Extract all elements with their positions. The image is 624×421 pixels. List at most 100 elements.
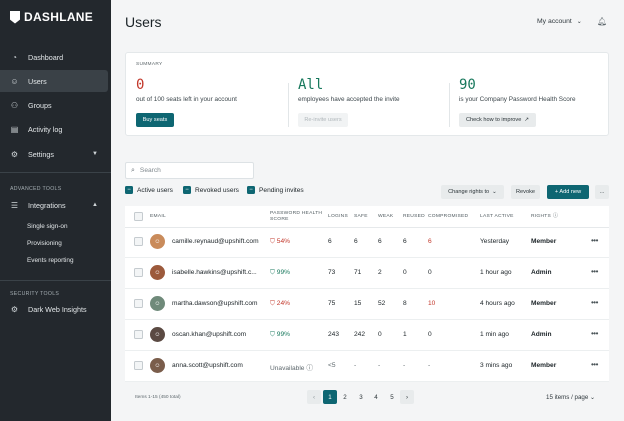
- sliders-icon: ☰: [10, 200, 19, 210]
- row-more-icon[interactable]: •••: [591, 329, 598, 338]
- avatar: ☺: [150, 327, 165, 342]
- app: DASHLANE ◔ Dashboard ☺ Users ⚇ Groups ▤ …: [0, 0, 624, 421]
- column-header-last-active[interactable]: LAST ACTIVE: [480, 214, 514, 220]
- row-weak: -: [378, 362, 381, 369]
- column-header-weak[interactable]: WEAK: [378, 214, 393, 220]
- sidebar-subitem-provisioning[interactable]: Provisioning: [27, 240, 62, 247]
- sidebar-item-groups[interactable]: ⚇ Groups: [0, 94, 108, 116]
- page-button-3[interactable]: 3: [354, 390, 368, 404]
- select-all-checkbox[interactable]: [134, 212, 143, 221]
- page-button-1[interactable]: 1: [323, 390, 337, 404]
- row-checkbox[interactable]: [134, 237, 143, 246]
- row-checkbox[interactable]: [134, 268, 143, 277]
- prev-page-button[interactable]: ‹: [307, 390, 321, 404]
- sidebar-item-settings[interactable]: ⚙ Settings ▼: [0, 143, 108, 165]
- add-new-button[interactable]: + Add new: [547, 185, 589, 199]
- sidebar-item-dashboard[interactable]: ◔ Dashboard: [0, 46, 108, 68]
- info-icon: ⓘ: [552, 214, 559, 219]
- row-rights: Admin: [531, 269, 552, 276]
- filter-active-users[interactable]: − Active users: [125, 186, 173, 194]
- column-header-email[interactable]: EMAIL: [150, 214, 166, 220]
- change-rights-dropdown[interactable]: Change rights to ⌄: [441, 185, 504, 199]
- sidebar-subitem-events[interactable]: Events reporting: [27, 257, 74, 264]
- column-header-rights[interactable]: RIGHTS ⓘ: [531, 214, 558, 220]
- table-row[interactable]: ☺ oscan.khan@upshift.com ⛉ 99% 243 242 0…: [125, 320, 609, 351]
- avatar: ☺: [150, 358, 165, 373]
- external-link-icon: ↗: [524, 117, 530, 123]
- shield-alert-icon: ⛉: [270, 238, 275, 245]
- page-button-4[interactable]: 4: [369, 390, 383, 404]
- check-improve-button[interactable]: Check how to improve ↗: [459, 113, 536, 127]
- filter-revoked-users[interactable]: − Revoked users: [183, 186, 239, 194]
- page-button-5[interactable]: 5: [385, 390, 399, 404]
- more-actions-button[interactable]: ...: [595, 185, 609, 199]
- column-header-compromised[interactable]: COMPROMISED: [428, 214, 468, 220]
- sidebar-item-label: Users: [28, 76, 47, 86]
- seats-value: 0: [136, 77, 145, 93]
- row-more-icon[interactable]: •••: [591, 267, 598, 276]
- search-icon: ⌕: [131, 166, 135, 174]
- row-safe: 15: [354, 300, 362, 307]
- checkbox-checked-icon: −: [183, 186, 191, 194]
- log-icon: ▤: [10, 124, 19, 134]
- table-row[interactable]: ☺ isabelle.hawkins@upshift.c... ⛉ 99% 73…: [125, 258, 609, 289]
- sidebar-item-users[interactable]: ☺ Users: [0, 70, 108, 92]
- next-page-button[interactable]: ›: [400, 390, 414, 404]
- column-header-logins[interactable]: LOGINS: [328, 214, 348, 220]
- summary-divider: [449, 83, 450, 127]
- avatar: ☺: [150, 296, 165, 311]
- summary-card: SUMMARY 0 out of 100 seats left in your …: [125, 52, 609, 136]
- filter-label: Active users: [137, 186, 173, 194]
- search-input[interactable]: ⌕ Search: [125, 162, 254, 179]
- row-last-active: 3 mins ago: [480, 362, 513, 369]
- table-row[interactable]: ☺ camille.reynaud@upshift.com ⛉ 54% 6 6 …: [125, 227, 609, 258]
- row-more-icon[interactable]: •••: [591, 360, 598, 369]
- row-safe: 6: [354, 238, 358, 245]
- row-logins: 243: [328, 331, 340, 338]
- avatar: ☺: [150, 234, 165, 249]
- row-logins: 73: [328, 269, 336, 276]
- sidebar-item-activity-log[interactable]: ▤ Activity log: [0, 118, 108, 140]
- chevron-down-icon: ⌄: [492, 189, 497, 195]
- row-reused: 1: [403, 331, 407, 338]
- row-checkbox[interactable]: [134, 330, 143, 339]
- column-header-safe[interactable]: SAFE: [354, 214, 368, 220]
- sidebar-item-integrations[interactable]: ☰ Integrations ▲: [0, 194, 108, 216]
- column-header-reused[interactable]: REUSED: [403, 214, 425, 220]
- row-email: oscan.khan@upshift.com: [172, 331, 247, 338]
- row-reused: 0: [403, 269, 407, 276]
- revoke-button[interactable]: Revoke: [511, 185, 540, 199]
- table-row[interactable]: ☺ martha.dawson@upshift.com ⛉ 24% 75 15 …: [125, 289, 609, 320]
- row-health-value: 99%: [276, 331, 290, 338]
- buy-seats-button[interactable]: Buy seats: [136, 113, 174, 127]
- items-per-page-select[interactable]: 15 items / page ⌄: [546, 394, 595, 401]
- sidebar-item-dark-web-insights[interactable]: ⚙ Dark Web Insights: [0, 298, 108, 320]
- reinvite-button[interactable]: Re-invite users: [298, 113, 348, 127]
- my-account-label: My account: [537, 18, 572, 25]
- shield-check-icon: ⛉: [270, 269, 275, 276]
- row-reused: -: [403, 362, 406, 369]
- page-button-2[interactable]: 2: [338, 390, 352, 404]
- row-logins: 75: [328, 300, 336, 307]
- invite-stat: All employees have accepted the invite: [298, 77, 400, 103]
- column-header-health-line2: SCORE: [270, 217, 289, 222]
- filter-pending-invites[interactable]: − Pending invites: [247, 186, 304, 194]
- row-more-icon[interactable]: •••: [591, 298, 598, 307]
- bell-icon[interactable]: 🔔︎: [597, 17, 607, 26]
- table-row[interactable]: ☺ anna.scott@upshift.com Unavailable ⓘ <…: [125, 351, 609, 382]
- seats-text: out of 100 seats left in your account: [136, 96, 237, 103]
- row-checkbox[interactable]: [134, 361, 143, 370]
- chevron-up-icon: ▲: [92, 202, 98, 208]
- row-health-value: 99%: [276, 269, 290, 276]
- sidebar-subitem-sso[interactable]: Single sign-on: [27, 223, 68, 230]
- logo: DASHLANE: [10, 10, 93, 24]
- summary-divider: [288, 83, 289, 127]
- my-account-menu[interactable]: My account ⌄: [537, 18, 582, 25]
- row-more-icon[interactable]: •••: [591, 236, 598, 245]
- column-header-health[interactable]: PASSWORD HEALTH SCORE: [270, 211, 322, 223]
- row-health: Unavailable ⓘ: [270, 362, 313, 372]
- dashboard-icon: ◔: [12, 52, 17, 62]
- row-logins: 6: [328, 238, 332, 245]
- sidebar-item-label: Dark Web Insights: [28, 304, 87, 314]
- row-checkbox[interactable]: [134, 299, 143, 308]
